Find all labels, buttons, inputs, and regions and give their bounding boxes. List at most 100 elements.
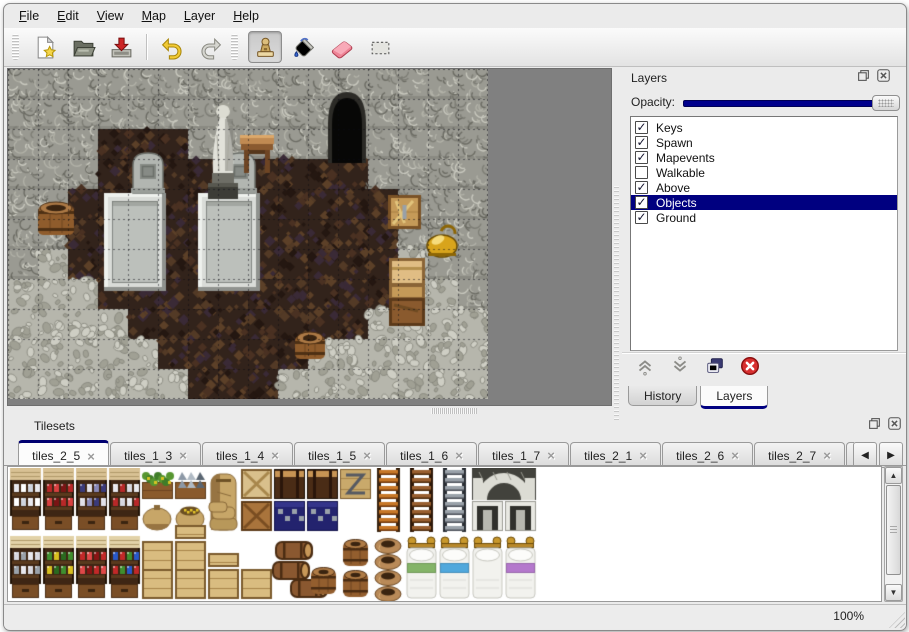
scroll-down-button[interactable]: ▼	[885, 584, 902, 601]
status-bar: 100%	[4, 604, 906, 629]
opacity-slider-handle[interactable]	[872, 95, 900, 111]
tileset-tab-tiles_2_1[interactable]: tiles_2_1×	[570, 442, 661, 466]
menu-view[interactable]: View	[88, 7, 133, 25]
close-tab-icon[interactable]: ×	[547, 448, 555, 463]
move-layer-down-button[interactable]	[667, 356, 693, 380]
menu-file[interactable]: File	[10, 7, 48, 25]
menu-map[interactable]: Map	[133, 7, 175, 25]
delete-layer-button[interactable]	[737, 356, 763, 380]
menu-layer[interactable]: Layer	[175, 7, 224, 25]
tileset-scrollbar[interactable]: ▲ ▼	[884, 466, 903, 602]
arrow-right-icon: ▶	[887, 450, 895, 461]
layer-row-above[interactable]: ✓Above	[631, 180, 897, 195]
layer-row-mapevents[interactable]: ✓ Mapevents	[631, 150, 897, 165]
layer-visibility-checkbox[interactable]: ✓	[635, 196, 648, 209]
open-folder-button[interactable]	[67, 32, 99, 62]
menu-help[interactable]: Help	[224, 7, 268, 25]
layer-row-keys[interactable]: ✓Keys	[631, 120, 897, 135]
close-tab-icon[interactable]: ×	[363, 448, 371, 463]
eraser-button[interactable]	[326, 32, 358, 62]
tileset-tab-label: tiles_1_3	[124, 449, 172, 463]
layer-visibility-checkbox[interactable]: ✓	[635, 151, 648, 164]
move-layer-down-icon	[669, 355, 691, 382]
resize-grip[interactable]	[889, 612, 905, 628]
opacity-slider[interactable]	[683, 94, 898, 110]
layer-row-ground[interactable]: ✓Ground	[631, 210, 897, 225]
save-icon	[109, 35, 134, 60]
layer-name: Walkable	[656, 166, 705, 180]
tileset-tab-tiles_1_4[interactable]: tiles_1_4×	[202, 442, 293, 466]
tileset-canvas[interactable]	[9, 468, 543, 602]
tileset-tab-tiles_2_7[interactable]: tiles_2_7×	[754, 442, 845, 466]
close-tab-icon[interactable]: ×	[639, 448, 647, 463]
vertical-splitter[interactable]	[612, 68, 621, 414]
tileset-tab-tiles_2_6[interactable]: tiles_2_6×	[662, 442, 753, 466]
close-panel-button[interactable]	[887, 419, 901, 433]
map-canvas[interactable]	[8, 69, 488, 399]
tileset-tab-tiles_1_6[interactable]: tiles_1_6×	[386, 442, 477, 466]
float-panel-button[interactable]	[856, 71, 870, 85]
menu-item-mnemonic: F	[19, 9, 27, 23]
layer-name: Mapevents	[656, 151, 715, 165]
tileset-tab-tiles_1_3[interactable]: tiles_1_3 ×	[110, 442, 201, 466]
close-icon	[877, 69, 890, 87]
close-tab-icon[interactable]: ×	[271, 448, 279, 463]
application-window: FileEditViewMapLayerHelp Layers Opacity:…	[3, 3, 907, 631]
menu-edit[interactable]: Edit	[48, 7, 88, 25]
tab-history[interactable]: History	[628, 386, 697, 406]
layer-row-walkable[interactable]: Walkable	[631, 165, 897, 180]
map-viewport[interactable]	[7, 68, 612, 406]
close-tab-icon[interactable]: ×	[455, 448, 463, 463]
duplicate-layer-icon	[704, 355, 726, 382]
tilesets-panel: Tilesets tiles_2_5×tiles_1_3×tiles_1_4×t…	[4, 416, 906, 604]
splitter-grip	[431, 408, 477, 414]
tileset-tab-label: tiles_1_5	[308, 449, 356, 463]
toolbar-drag-handle[interactable]	[231, 34, 238, 60]
layer-row-objects[interactable]: ✓Objects	[631, 195, 897, 210]
horizontal-splitter[interactable]	[7, 405, 611, 416]
rect-select-button[interactable]	[364, 32, 396, 62]
scroll-up-button[interactable]: ▲	[885, 467, 902, 484]
close-tab-icon[interactable]: ×	[823, 448, 831, 463]
duplicate-layer-button[interactable]	[702, 356, 728, 380]
zoom-level: 100%	[833, 609, 864, 623]
tileset-tab-tiles_1_7[interactable]: tiles_1_7 ×	[478, 442, 569, 466]
layer-visibility-checkbox[interactable]: ✓	[635, 136, 648, 149]
tileset-tab-tiles_1_5[interactable]: tiles_1_5 ×	[294, 442, 385, 466]
new-file-button[interactable]	[29, 32, 61, 62]
arrow-up-icon: ▲	[890, 471, 898, 480]
close-tab-icon[interactable]: ×	[731, 448, 739, 463]
layer-visibility-checkbox[interactable]: ✓	[635, 121, 648, 134]
arrow-down-icon: ▼	[890, 588, 898, 597]
toolbar-group	[10, 28, 229, 66]
close-panel-button[interactable]	[876, 71, 890, 85]
move-layer-up-icon	[634, 355, 656, 382]
menu-item-mnemonic: E	[57, 9, 65, 23]
close-tab-icon[interactable]: ×	[87, 449, 95, 464]
close-tab-icon[interactable]: ×	[179, 448, 187, 463]
undo-icon	[160, 35, 185, 60]
move-layer-up-button[interactable]	[632, 356, 658, 380]
opacity-label: Opacity:	[631, 95, 675, 109]
tileset-tab-label: tiles_1_7	[492, 449, 540, 463]
menu-item-label: ap	[152, 9, 166, 23]
stamp-button[interactable]	[248, 31, 282, 63]
redo-button[interactable]	[194, 32, 226, 62]
tab-layers[interactable]: Layers	[700, 386, 768, 409]
layer-actions	[622, 352, 906, 383]
tileset-tab-tiles_2_5[interactable]: tiles_2_5×	[18, 440, 109, 466]
menu-item-mnemonic: V	[97, 9, 105, 23]
menu-item-mnemonic: L	[184, 9, 191, 23]
layer-visibility-checkbox[interactable]: ✓	[635, 211, 648, 224]
save-button[interactable]	[105, 32, 137, 62]
splitter-grip	[614, 186, 619, 422]
toolbar-drag-handle[interactable]	[12, 34, 19, 60]
float-panel-button[interactable]	[867, 419, 881, 433]
layer-visibility-checkbox[interactable]	[635, 166, 648, 179]
layer-visibility-checkbox[interactable]: ✓	[635, 181, 648, 194]
undo-button[interactable]	[156, 32, 188, 62]
fill-button[interactable]	[288, 32, 320, 62]
tileset-content[interactable]	[7, 466, 882, 602]
layer-row-spawn[interactable]: ✓Spawn	[631, 135, 897, 150]
scrollbar-thumb[interactable]	[886, 485, 901, 575]
